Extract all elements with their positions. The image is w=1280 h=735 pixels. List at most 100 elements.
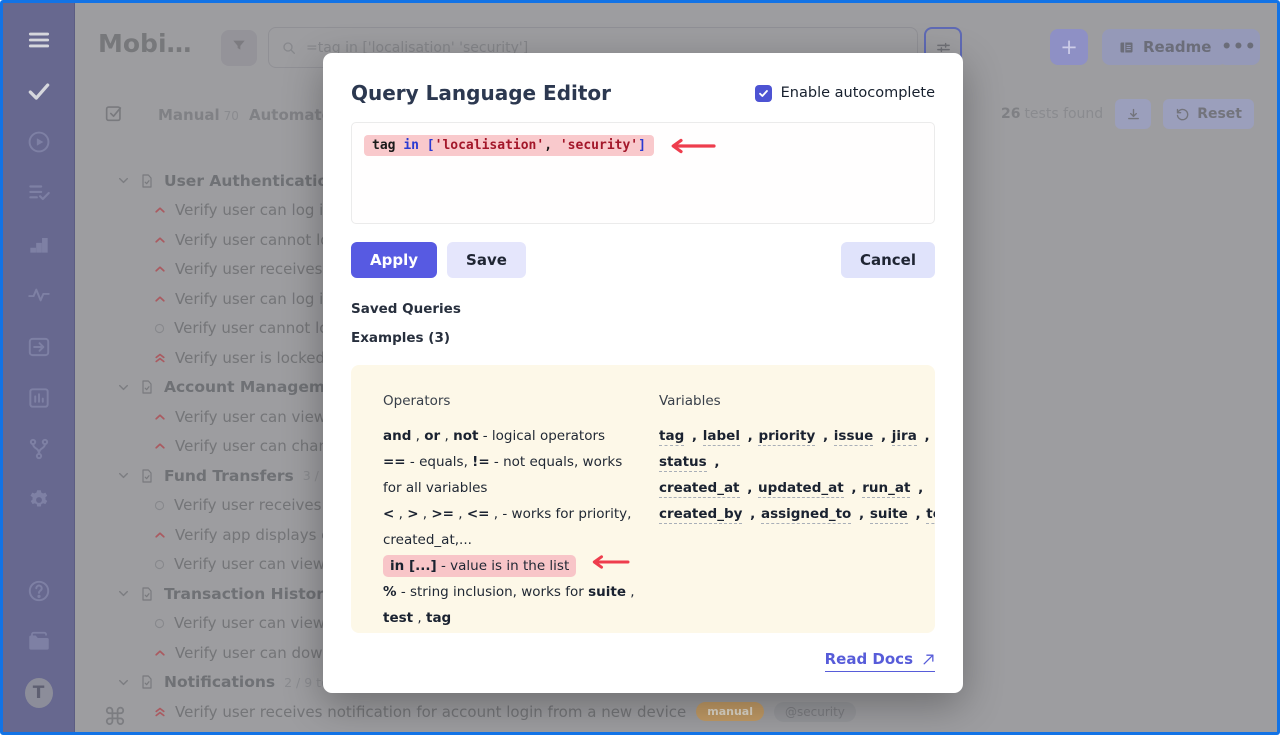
variable-token: tag xyxy=(659,428,684,446)
operators-column: Operators and , or , not - logical opera… xyxy=(383,388,635,631)
suite-title: Transaction History xyxy=(164,585,334,603)
readme-label: Readme xyxy=(1143,38,1211,56)
chevron-down-icon[interactable] xyxy=(117,469,130,482)
runs-play-icon[interactable] xyxy=(25,129,53,155)
variable-token: issue xyxy=(834,428,873,446)
settings-gear-icon[interactable] xyxy=(25,487,53,513)
red-arrow-icon xyxy=(587,554,631,570)
variable-token: created_at xyxy=(659,480,740,498)
filter-button[interactable] xyxy=(221,30,257,66)
suite-file-icon xyxy=(139,468,155,484)
variable-token: created_by xyxy=(659,506,742,524)
read-docs-label: Read Docs xyxy=(825,650,913,668)
results-row: 26tests found Reset xyxy=(1001,99,1254,129)
help-icon[interactable] xyxy=(25,578,53,604)
import-icon[interactable] xyxy=(25,333,53,359)
save-button[interactable]: Save xyxy=(447,242,526,278)
test-title: Verify user receives notification for ac… xyxy=(175,703,686,721)
reset-button[interactable]: Reset xyxy=(1163,99,1254,129)
chevron-down-icon[interactable] xyxy=(117,676,130,689)
download-icon xyxy=(1126,107,1141,122)
priority-normal-icon xyxy=(153,322,166,335)
logo-letter: T xyxy=(25,678,53,708)
project-title: Mobi… xyxy=(98,29,192,58)
variable-token: status xyxy=(659,454,707,472)
priority-normal-icon xyxy=(153,499,166,512)
tests-check-icon[interactable] xyxy=(25,78,53,104)
priority-high-icon xyxy=(153,292,167,306)
suite-file-icon xyxy=(139,173,155,189)
variable-token: label xyxy=(703,428,740,446)
examples-panel: Operators and , or , not - logical opera… xyxy=(351,365,935,633)
more-options-button[interactable]: ••• xyxy=(1218,29,1260,65)
suite-file-icon xyxy=(139,379,155,395)
tests-found-count: 26 xyxy=(1001,106,1020,122)
manual-badge: manual xyxy=(696,702,764,721)
tag-chip: @security xyxy=(774,702,856,722)
tab-manual-label: Manual xyxy=(158,106,220,124)
examples-section[interactable]: Examples (3) xyxy=(351,330,935,346)
branches-icon[interactable] xyxy=(25,436,53,462)
saved-queries-section[interactable]: Saved Queries xyxy=(351,301,935,317)
variable-token: run_at xyxy=(862,480,910,498)
autocomplete-checkbox[interactable] xyxy=(755,85,772,102)
suite-file-icon xyxy=(139,586,155,602)
variable-token: assigned_to xyxy=(761,506,851,524)
variable-line: created_at , updated_at , run_at , xyxy=(659,475,935,501)
chevron-down-icon[interactable] xyxy=(117,174,130,187)
funnel-icon xyxy=(231,38,247,58)
operators-heading: Operators xyxy=(383,388,635,414)
priority-normal-icon xyxy=(153,617,166,630)
pulse-icon[interactable] xyxy=(25,282,53,308)
priority-high-icon xyxy=(153,410,167,424)
add-button[interactable]: + xyxy=(1050,29,1088,65)
variable-token: test xyxy=(926,506,935,524)
priority-normal-icon xyxy=(153,558,166,571)
menu-icon[interactable] xyxy=(25,27,53,53)
enable-autocomplete-control[interactable]: Enable autocomplete xyxy=(755,85,935,102)
milestones-steps-icon[interactable] xyxy=(25,231,53,257)
test-row[interactable]: Verify user receives notification for ac… xyxy=(75,697,1277,727)
query-code[interactable]: tag in ['localisation', 'security'] xyxy=(364,135,654,156)
reset-label: Reset xyxy=(1197,106,1242,122)
priority-high-icon xyxy=(153,203,167,217)
logo-icon[interactable]: T xyxy=(25,680,53,707)
examples-label: Examples xyxy=(351,330,424,346)
projects-folder-icon[interactable] xyxy=(25,629,53,655)
apply-button[interactable]: Apply xyxy=(351,242,437,278)
command-icon: ⌘ xyxy=(103,703,127,731)
variable-line: status , xyxy=(659,449,935,475)
readme-button[interactable]: Readme xyxy=(1102,29,1227,65)
download-button[interactable] xyxy=(1115,99,1151,129)
operator-line: < , > , >= , <= , - works for priority, … xyxy=(383,501,635,553)
tests-found-text: 26tests found xyxy=(1001,106,1103,122)
analytics-icon[interactable] xyxy=(25,385,53,411)
cancel-button[interactable]: Cancel xyxy=(841,242,935,278)
tab-manual[interactable]: Manual 70 xyxy=(158,106,239,124)
variable-lines: tag , label , priority , issue , jira , … xyxy=(659,423,935,527)
operator-line: and , or , not - logical operators xyxy=(383,423,635,449)
suite-title: User Authentication xyxy=(164,172,339,190)
read-docs-link[interactable]: Read Docs xyxy=(825,650,935,672)
variable-token: updated_at xyxy=(758,480,844,498)
query-editor[interactable]: tag in ['localisation', 'security'] xyxy=(351,122,935,224)
examples-count: (3) xyxy=(428,330,450,346)
chevron-down-icon[interactable] xyxy=(117,381,130,394)
priority-high-icon xyxy=(153,233,167,247)
tests-found-label: tests found xyxy=(1024,106,1103,122)
priority-high-icon xyxy=(153,439,167,453)
priority-critical-icon xyxy=(153,351,167,365)
variable-line: created_by , assigned_to , suite , test xyxy=(659,501,935,527)
chevron-down-icon[interactable] xyxy=(117,587,130,600)
test-plans-icon[interactable] xyxy=(25,180,53,206)
autocomplete-label: Enable autocomplete xyxy=(781,85,935,101)
suite-title: Notifications xyxy=(164,673,275,691)
operator-lines: and , or , not - logical operators== - e… xyxy=(383,423,635,631)
tab-manual-count: 70 xyxy=(224,109,239,123)
red-arrow-icon xyxy=(665,137,717,155)
suite-title: Fund Transfers xyxy=(164,467,294,485)
select-all-icon[interactable] xyxy=(103,102,125,128)
variable-line: tag , label , priority , issue , jira , … xyxy=(659,423,935,449)
query-language-editor-modal: Query Language Editor Enable autocomplet… xyxy=(323,53,963,693)
external-arrow-icon xyxy=(922,653,935,666)
